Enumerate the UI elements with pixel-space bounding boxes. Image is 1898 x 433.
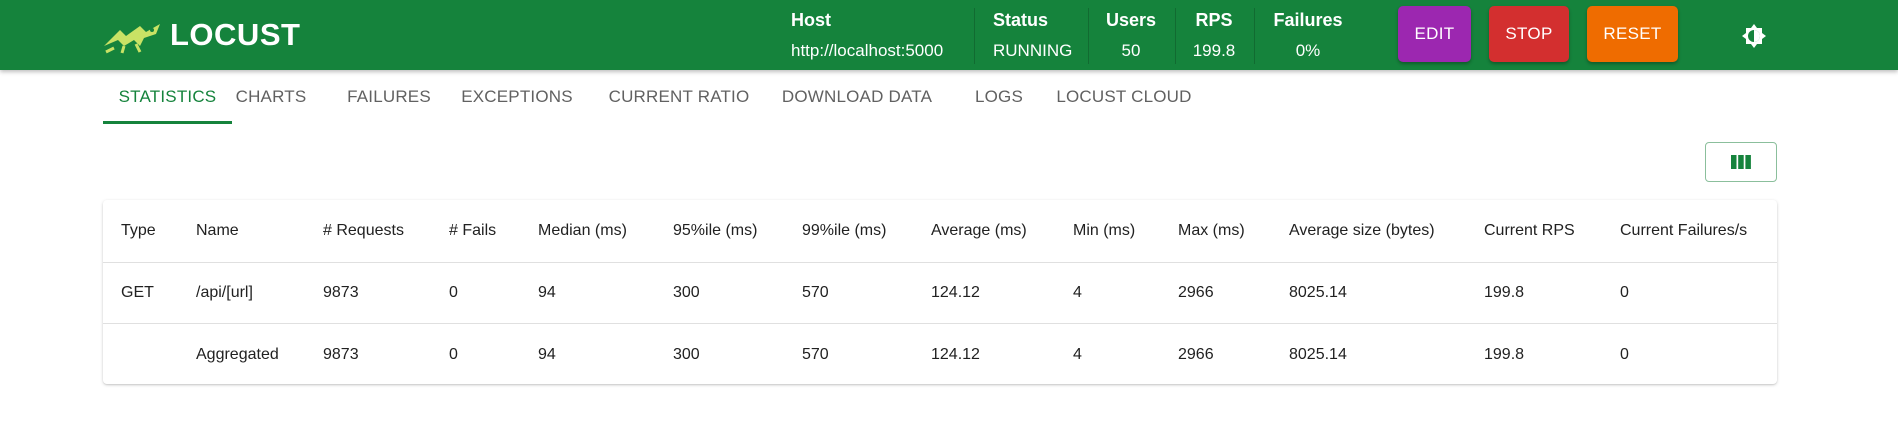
table-cell: 2966 (1178, 345, 1214, 363)
table-cell: 94 (538, 345, 556, 363)
table-cell: /api/[url] (196, 284, 253, 301)
reset-button[interactable]: RESET (1587, 6, 1678, 62)
top-app-bar: LOCUST Host http://localhost:5000 Status… (0, 0, 1898, 70)
tab-logs[interactable]: LOGS (959, 70, 1039, 124)
table-cell: 570 (802, 345, 829, 363)
host-stat: Host http://localhost:5000 (791, 9, 943, 62)
column-header[interactable]: Median (ms) (538, 200, 627, 262)
column-header[interactable]: 99%ile (ms) (802, 200, 886, 262)
column-header[interactable]: 95%ile (ms) (673, 200, 757, 262)
table-cell: 8025.14 (1289, 345, 1347, 363)
table-cell: 9873 (323, 345, 359, 363)
column-header[interactable]: Min (ms) (1073, 200, 1135, 262)
statistics-table: Type Name # Requests # Fails Median (ms)… (103, 200, 1777, 384)
table-cell: 0 (1620, 345, 1629, 363)
column-header[interactable]: # Fails (449, 200, 496, 262)
app-name: LOCUST (170, 17, 301, 52)
stat-divider (1254, 8, 1255, 64)
column-header[interactable]: Type (121, 200, 156, 262)
failures-label: Failures (1273, 10, 1343, 30)
host-value: http://localhost:5000 (791, 41, 944, 60)
column-selector-button[interactable] (1705, 142, 1777, 182)
column-header[interactable]: # Requests (323, 200, 404, 262)
column-header[interactable]: Average size (bytes) (1289, 200, 1435, 262)
table-cell: 0 (449, 284, 458, 301)
status-value: RUNNING (993, 41, 1073, 60)
table-cell: 0 (1620, 284, 1629, 301)
locust-grasshopper-icon (104, 24, 160, 54)
stop-button[interactable]: STOP (1489, 6, 1569, 62)
column-header[interactable]: Max (ms) (1178, 200, 1245, 262)
rps-stat: RPS 199.8 (1186, 9, 1242, 62)
stat-divider (1088, 8, 1089, 64)
edit-button[interactable]: EDIT (1398, 6, 1471, 62)
failures-stat: Failures 0% (1270, 9, 1346, 62)
table-cell: 300 (673, 345, 700, 363)
failures-value: 0% (1295, 41, 1321, 60)
table-cell: 4 (1073, 345, 1082, 363)
table-cell: 124.12 (931, 345, 980, 363)
table-cell: 0 (449, 345, 458, 363)
brightness-toggle-icon (1742, 24, 1766, 48)
tab-locust-cloud[interactable]: LOCUST CLOUD (1055, 70, 1193, 124)
active-tab-indicator (103, 121, 232, 124)
table-row-aggregated: Aggregated 9873 0 94 300 570 124.12 4 29… (103, 324, 1777, 385)
users-stat: Users 50 (1101, 9, 1161, 62)
table-cell: 94 (538, 284, 556, 301)
table-cell: 199.8 (1484, 284, 1525, 301)
locust-logo[interactable]: LOCUST (100, 16, 300, 54)
stat-divider (974, 8, 975, 64)
table-cell: 9873 (323, 284, 359, 301)
table-cell: 4 (1073, 284, 1082, 301)
users-label: Users (1105, 10, 1157, 30)
table-header-row: Type Name # Requests # Fails Median (ms)… (103, 200, 1777, 263)
tab-failures[interactable]: FAILURES (342, 70, 436, 124)
tab-statistics[interactable]: STATISTICS (103, 70, 232, 124)
users-value: 50 (1121, 41, 1141, 60)
table-cell: Aggregated (196, 345, 279, 363)
table-cell: 2966 (1178, 284, 1214, 301)
host-label: Host (791, 10, 831, 30)
table-cell: GET (121, 284, 154, 301)
tab-exceptions[interactable]: EXCEPTIONS (459, 70, 575, 124)
table-cell: 570 (802, 284, 829, 301)
table-cell: 199.8 (1484, 345, 1525, 363)
status-stat: Status RUNNING (993, 9, 1072, 62)
column-header[interactable]: Average (ms) (931, 200, 1027, 262)
status-label: Status (993, 10, 1049, 30)
rps-value: 199.8 (1192, 41, 1236, 60)
theme-toggle-button[interactable] (1740, 22, 1768, 50)
tab-charts[interactable]: CHARTS (232, 70, 310, 124)
stat-divider (1175, 8, 1176, 64)
column-header[interactable]: Current Failures/s (1620, 200, 1747, 262)
rps-label: RPS (1195, 10, 1233, 30)
table-row: GET /api/[url] 9873 0 94 300 570 124.12 … (103, 263, 1777, 324)
table-cell: 300 (673, 284, 700, 301)
view-columns-icon (1731, 155, 1751, 169)
table-cell: 124.12 (931, 284, 980, 301)
column-header[interactable]: Name (196, 200, 239, 262)
tab-download-data[interactable]: DOWNLOAD DATA (777, 70, 937, 124)
table-cell: 8025.14 (1289, 284, 1347, 301)
column-header[interactable]: Current RPS (1484, 200, 1575, 262)
tab-current-ratio[interactable]: CURRENT RATIO (604, 70, 754, 124)
